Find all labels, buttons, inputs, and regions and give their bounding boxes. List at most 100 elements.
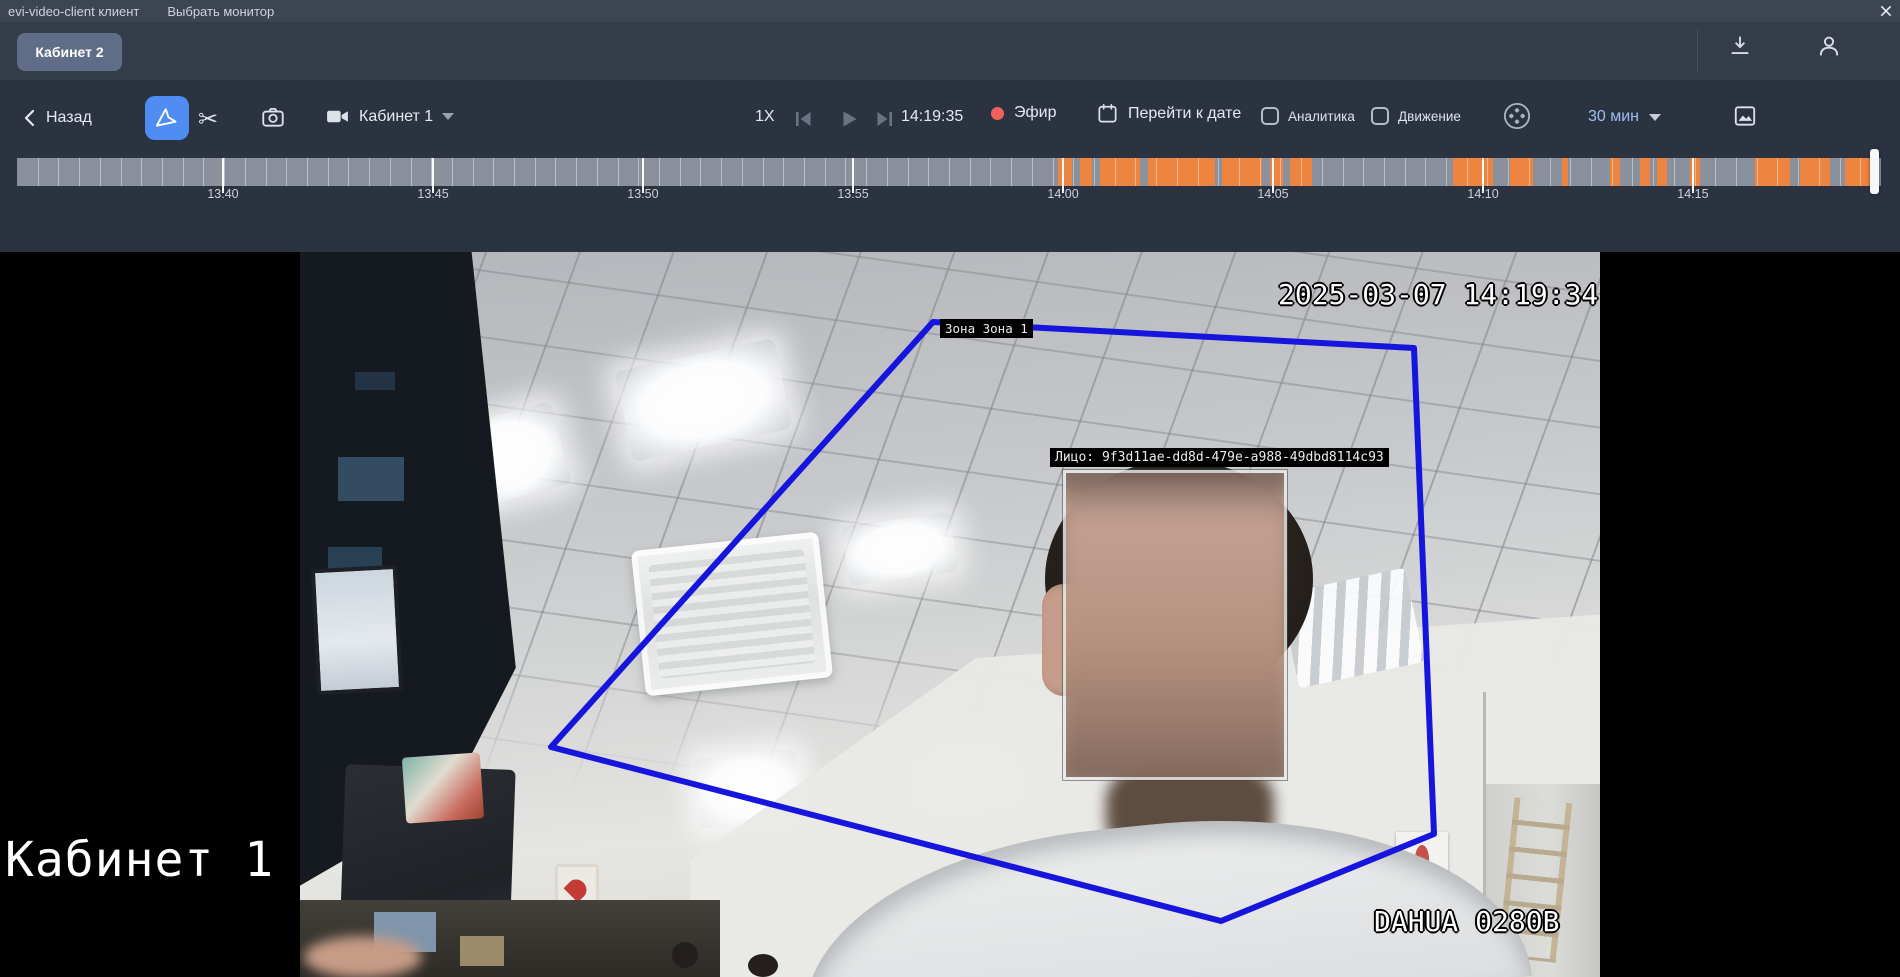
timeline-separator: [1736, 158, 1737, 186]
timeline-separator: [1425, 158, 1426, 186]
menu-app[interactable]: evi-video-client клиент: [0, 0, 153, 22]
skip-back-button[interactable]: [791, 107, 815, 131]
timeline-separator: [79, 158, 80, 186]
timeline-separator: [38, 158, 39, 186]
timeline-separator: [1467, 158, 1468, 186]
timeline-separator: [203, 158, 204, 186]
zone-label: Зона Зона 1: [940, 319, 1033, 338]
timeline-activity-segment: [1222, 158, 1262, 186]
toolbar-panel: Назад ✂ Кабинет 1 1X 14:19:35: [0, 80, 1900, 252]
timeline-activity-segment: [1640, 158, 1650, 186]
timeline-separator: [1715, 158, 1716, 186]
speed-button[interactable]: 1X: [755, 108, 775, 126]
timeline-separator: [970, 158, 971, 186]
timeline-separator: [949, 158, 950, 186]
snapshot-button[interactable]: [260, 104, 286, 130]
current-time: 14:19:35: [901, 108, 963, 126]
timeline-separator: [700, 158, 701, 186]
timeline-separator: [307, 158, 308, 186]
menubar: evi-video-client клиент Выбрать монитор: [0, 0, 1900, 22]
timeline-separator: [286, 158, 287, 186]
timeline-separator: [1550, 158, 1551, 186]
analytics-checkbox[interactable]: [1261, 107, 1279, 125]
motion-toggle[interactable]: Движение: [1371, 107, 1461, 125]
timeline-separator: [721, 158, 722, 186]
timeline-tick-label: 13:45: [417, 187, 448, 201]
back-button[interactable]: Назад: [22, 109, 92, 127]
timeline-separator: [245, 158, 246, 186]
timeline-separator: [1674, 158, 1675, 186]
tabbar: Кабинет 2: [0, 22, 1900, 80]
osd-timestamp: 2025-03-07 14:19:34: [1278, 278, 1598, 311]
picture-icon: [1732, 103, 1758, 129]
timeline-tick-label: 13:40: [207, 187, 238, 201]
timeline-separator: [1280, 158, 1281, 186]
timeline-separator: [928, 158, 929, 186]
camera-select[interactable]: Кабинет 1: [325, 104, 454, 129]
timeline-separator: [493, 158, 494, 186]
live-indicator[interactable]: Эфир: [991, 104, 1057, 122]
timeline-separator: [555, 158, 556, 186]
interval-select[interactable]: 30 мин: [1588, 108, 1661, 126]
timeline-separator: [535, 158, 536, 186]
timeline-separator: [1405, 158, 1406, 186]
timeline-separator: [908, 158, 909, 186]
clip-tool-button[interactable]: ✂: [198, 105, 218, 134]
motion-checkbox[interactable]: [1371, 107, 1389, 125]
goto-date-button[interactable]: Перейти к дате: [1096, 102, 1241, 125]
timeline-separator: [266, 158, 267, 186]
timeline-tick-label: 13:55: [837, 187, 868, 201]
timeline-separator: [887, 158, 888, 186]
timeline-separator: [825, 158, 826, 186]
analytics-toggle[interactable]: Аналитика: [1261, 107, 1355, 125]
user-icon[interactable]: [1816, 33, 1842, 59]
timeline-separator: [576, 158, 577, 186]
skip-forward-button[interactable]: [873, 107, 897, 131]
timeline-separator: [1860, 158, 1861, 186]
timeline-tick-label: 13:50: [627, 187, 658, 201]
timeline-separator: [1591, 158, 1592, 186]
motion-label: Движение: [1398, 109, 1461, 124]
timeline-separator: [804, 158, 805, 186]
tab-kabinet-2[interactable]: Кабинет 2: [17, 33, 122, 71]
frame-export-button[interactable]: [1732, 103, 1758, 129]
timeline-separator: [1570, 158, 1571, 186]
timeline-separator: [1260, 158, 1261, 186]
timeline-separator: [1115, 158, 1116, 186]
timeline-separator: [638, 158, 639, 186]
timeline-separator: [1840, 158, 1841, 186]
timeline-separator: [473, 158, 474, 186]
ptz-joystick-icon: [1502, 101, 1532, 131]
timeline-activity-segment: [1100, 158, 1140, 186]
timeline-separator: [328, 158, 329, 186]
play-icon: [837, 107, 861, 131]
timeline-separator: [1239, 158, 1240, 186]
osd-camera-name: Кабинет 1: [5, 832, 274, 888]
timeline-activity-segment: [1657, 158, 1667, 186]
timeline-tick-label: 14:05: [1257, 187, 1288, 201]
camera-video-frame[interactable]: Зона Зона 1 Лицо: 9f3d11ae-dd8d-479e-a98…: [300, 252, 1600, 977]
tabbar-divider: [1697, 30, 1698, 72]
timeline-separator: [1094, 158, 1095, 186]
timeline-separator: [1198, 158, 1199, 186]
timeline-separator: [162, 158, 163, 186]
play-button[interactable]: [837, 107, 861, 131]
timeline-separator: [1053, 158, 1054, 186]
timeline-activity-segment: [1562, 158, 1568, 186]
timeline-separator: [514, 158, 515, 186]
pointer-tool-button[interactable]: [145, 96, 189, 140]
back-label: Назад: [46, 109, 92, 127]
timeline-separator: [763, 158, 764, 186]
chevron-down-icon: [1649, 114, 1661, 121]
face-id-label: Лицо: 9f3d11ae-dd8d-479e-a988-49dbd8114c…: [1050, 448, 1389, 467]
timeline-separator: [1757, 158, 1758, 186]
download-icon[interactable]: [1727, 33, 1753, 59]
timeline-bar[interactable]: [17, 158, 1881, 186]
menu-select-monitor[interactable]: Выбрать монитор: [153, 0, 288, 22]
timeline-separator: [845, 158, 846, 186]
timeline-separator: [659, 158, 660, 186]
timeline-playhead[interactable]: [1870, 149, 1879, 194]
timeline-separator: [597, 158, 598, 186]
close-icon[interactable]: [1878, 3, 1894, 19]
ptz-control-button[interactable]: [1502, 101, 1532, 131]
